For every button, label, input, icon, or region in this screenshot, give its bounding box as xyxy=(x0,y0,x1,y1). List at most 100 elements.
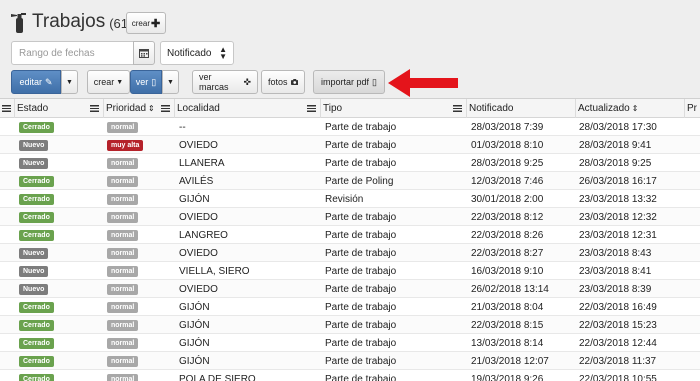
column-menu-icon[interactable] xyxy=(2,105,11,112)
updown-icon: ▲ ▼ xyxy=(219,45,227,61)
localidad-cell: GIJÓN xyxy=(179,355,210,367)
table-row[interactable]: Cerrado normal -- Parte de trabajo 28/03/201… xyxy=(0,118,700,136)
sort-icon[interactable]: ⇕ xyxy=(148,104,155,113)
estado-cell: Cerrado xyxy=(19,172,99,190)
column-header-estado[interactable]: Estado xyxy=(15,99,104,118)
table-row[interactable]: Nuevo normal OVIEDO Parte de trabajo 26/02/2… xyxy=(0,280,700,298)
table-row[interactable]: Cerrado normal GIJÓN Parte de trabajo 22/03/… xyxy=(0,316,700,334)
page-title: Trabajos xyxy=(32,11,106,32)
column-header-actualizado[interactable]: Actualizado ⇕ xyxy=(576,99,685,118)
estado-badge: Cerrado xyxy=(19,337,54,349)
prioridad-badge: normal xyxy=(107,211,139,223)
localidad-cell: OVIEDO xyxy=(179,247,218,259)
column-header-tipo[interactable]: Tipo xyxy=(321,99,467,118)
table-row[interactable]: Cerrado normal GIJÓN Parte de trabajo 21/03/… xyxy=(0,352,700,370)
estado-cell: Nuevo xyxy=(19,244,99,262)
table-row[interactable]: Cerrado normal LANGREO Parte de trabajo 22/0… xyxy=(0,226,700,244)
estado-cell: Cerrado xyxy=(19,208,99,226)
pencil-icon: ✎ xyxy=(44,76,53,87)
editar-dropdown-button[interactable]: ▼ xyxy=(61,70,78,94)
ver-label: ver xyxy=(135,77,149,87)
crear-top-label: crear xyxy=(131,18,150,28)
prioridad-cell: normal xyxy=(107,352,173,370)
date-range-input[interactable]: Rango de fechas xyxy=(11,41,134,65)
pdf-file-icon: ▯ xyxy=(372,76,377,87)
localidad-cell: AVILÉS xyxy=(179,175,214,187)
ver-button[interactable]: ver ▯ xyxy=(130,70,162,94)
prioridad-cell: normal xyxy=(107,244,173,262)
notificado-cell: 01/03/2018 8:10 xyxy=(471,139,544,151)
estado-cell: Nuevo xyxy=(19,262,99,280)
plus-icon: ✚ xyxy=(151,17,161,30)
fotos-button[interactable]: fotos xyxy=(261,70,305,94)
sort-icon[interactable]: ⇕ xyxy=(632,104,639,113)
ver-marcas-button[interactable]: ver marcas ✜ xyxy=(192,70,258,94)
ver-dropdown-button[interactable]: ▼ xyxy=(162,70,179,94)
column-menu-icon[interactable] xyxy=(453,105,462,112)
table-row[interactable]: Cerrado normal GIJÓN Revisión 30/01/2018 2:0… xyxy=(0,190,700,208)
fire-extinguisher-icon xyxy=(11,13,26,33)
estado-cell: Nuevo xyxy=(19,280,99,298)
estado-cell: Cerrado xyxy=(19,370,99,381)
localidad-cell: OVIEDO xyxy=(179,211,218,223)
table-row[interactable]: Cerrado normal POLA DE SIERO Parte de traba… xyxy=(0,370,700,381)
prioridad-badge: normal xyxy=(107,283,139,295)
prioridad-badge: normal xyxy=(107,319,139,331)
prioridad-cell: normal xyxy=(107,298,173,316)
estado-cell: Cerrado xyxy=(19,316,99,334)
prioridad-badge: normal xyxy=(107,247,139,259)
prioridad-cell: normal xyxy=(107,208,173,226)
actualizado-cell: 23/03/2018 13:32 xyxy=(579,193,657,205)
estado-cell: Cerrado xyxy=(19,118,99,136)
notificado-cell: 21/03/2018 8:04 xyxy=(471,301,544,313)
estado-cell: Nuevo xyxy=(19,136,99,154)
prioridad-badge: normal xyxy=(107,121,139,133)
crear-button[interactable]: crear ▼ xyxy=(87,70,130,94)
prioridad-badge: normal xyxy=(107,229,139,241)
table-row[interactable]: Nuevo muy alta OVIEDO Parte de trabajo 01/03… xyxy=(0,136,700,154)
column-menu-icon[interactable] xyxy=(90,105,99,112)
importar-pdf-label: importar pdf xyxy=(321,77,370,87)
tipo-cell: Parte de trabajo xyxy=(325,283,397,295)
tipo-cell: Parte de trabajo xyxy=(325,301,397,313)
notificado-cell: 13/03/2018 8:14 xyxy=(471,337,544,349)
table-row[interactable]: Cerrado normal GIJÓN Parte de trabajo 13/03/… xyxy=(0,334,700,352)
row-menu-column-header[interactable] xyxy=(0,99,15,118)
column-header-localidad[interactable]: Localidad xyxy=(175,99,321,118)
crear-top-button[interactable]: crear ✚ xyxy=(126,12,166,34)
column-menu-icon[interactable] xyxy=(161,105,170,112)
localidad-cell: OVIEDO xyxy=(179,139,218,151)
importar-pdf-button[interactable]: importar pdf ▯ xyxy=(313,70,385,94)
prioridad-cell: normal xyxy=(107,262,173,280)
document-icon: ▯ xyxy=(151,76,157,87)
actualizado-cell: 26/03/2018 16:17 xyxy=(579,175,657,187)
estado-badge: Cerrado xyxy=(19,319,54,331)
localidad-cell: -- xyxy=(179,121,186,133)
estado-cell: Cerrado xyxy=(19,190,99,208)
prioridad-badge: normal xyxy=(107,175,139,187)
tipo-cell: Parte de trabajo xyxy=(325,355,397,367)
editar-button[interactable]: editar ✎ xyxy=(11,70,61,94)
estado-badge: Cerrado xyxy=(19,229,54,241)
table-row[interactable]: Nuevo normal LLANERA Parte de trabajo 28/03/… xyxy=(0,154,700,172)
prioridad-badge: muy alta xyxy=(107,139,144,151)
actualizado-cell: 22/03/2018 15:23 xyxy=(579,319,657,331)
localidad-cell: GIJÓN xyxy=(179,193,210,205)
caret-down-icon: ▼ xyxy=(167,78,174,86)
notificado-select[interactable]: Notificado ▲ ▼ xyxy=(160,41,234,65)
actualizado-cell: 23/03/2018 8:43 xyxy=(579,247,652,259)
jobs-table: Estado Prioridad ⇕ Localidad Tipo Notifi… xyxy=(0,98,700,381)
column-menu-icon[interactable] xyxy=(307,105,316,112)
calendar-button[interactable] xyxy=(133,41,155,65)
column-header-label: Estado xyxy=(17,103,49,114)
column-header-prioridad[interactable]: Prioridad ⇕ xyxy=(104,99,175,118)
estado-badge: Nuevo xyxy=(19,283,49,295)
table-row[interactable]: Nuevo normal VIELLA, SIERO Parte de trabajo… xyxy=(0,262,700,280)
table-row[interactable]: Cerrado normal GIJÓN Parte de trabajo 21/03/… xyxy=(0,298,700,316)
table-row[interactable]: Cerrado normal AVILÉS Parte de Poling 12/03/… xyxy=(0,172,700,190)
column-header-extra[interactable]: Pr xyxy=(685,99,700,118)
column-header-notificado[interactable]: Notificado xyxy=(467,99,576,118)
table-row[interactable]: Nuevo normal OVIEDO Parte de trabajo 22/03/2… xyxy=(0,244,700,262)
table-row[interactable]: Cerrado normal OVIEDO Parte de trabajo 22/03… xyxy=(0,208,700,226)
tipo-cell: Parte de trabajo xyxy=(325,265,397,277)
